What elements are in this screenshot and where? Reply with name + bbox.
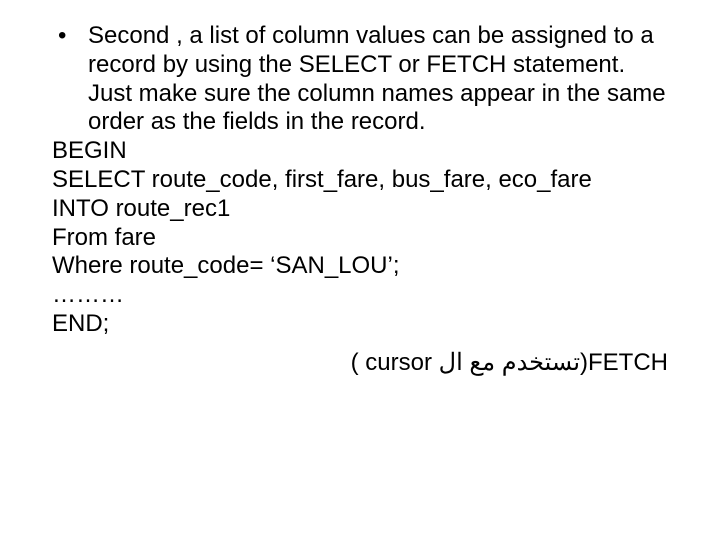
footer-arabic: تستخدم مع ال (439, 349, 580, 376)
code-line-where: Where route_code= ‘SAN_LOU’; (52, 252, 668, 281)
code-line-begin: BEGIN (52, 137, 668, 166)
bullet-item: • Second , a list of column values can b… (52, 22, 668, 137)
bullet-marker: • (52, 22, 88, 51)
slide: • Second , a list of column values can b… (0, 0, 720, 540)
code-line-ellipsis: ……… (52, 281, 668, 310)
bullet-text: Second , a list of column values can be … (88, 22, 668, 137)
footer-line: ( cursor تستخدم مع ال)FETCH (52, 349, 668, 378)
code-line-end: END; (52, 310, 668, 339)
code-line-into: INTO route_rec1 (52, 195, 668, 224)
footer-right: )FETCH (580, 349, 668, 376)
code-line-select: SELECT route_code, first_fare, bus_fare,… (52, 166, 668, 195)
code-line-from: From fare (52, 224, 668, 253)
footer-left: ( cursor (351, 349, 439, 376)
